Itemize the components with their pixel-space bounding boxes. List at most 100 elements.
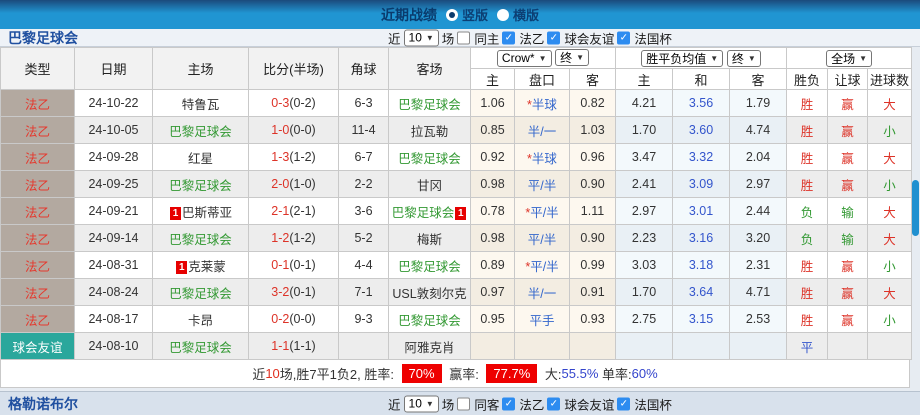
avg-draw: 3.60 [672,116,731,144]
friendly-filter-label: 球会友谊 [564,398,615,412]
result-outcome: 胜 [786,143,829,171]
avg-home: 3.47 [615,143,674,171]
near-label: 近 [388,398,401,412]
avg-home: 2.75 [615,305,674,333]
league-checkbox[interactable]: ✓ [502,31,516,44]
red-card-icon: 1 [455,206,467,220]
league-filter-label: 法乙 [519,398,545,412]
handicap-result: 输 [827,224,869,252]
odds-final-value: 终 [560,51,573,66]
match-date: 24-09-25 [74,170,153,198]
away-team: 巴黎足球会 [388,89,471,117]
result-outcome: 负 [786,224,829,252]
same-home-label: 同主 [474,32,500,46]
match-count-select-bottom[interactable]: 10 ▼ [403,395,439,412]
odds-away: 1.11 [568,197,617,225]
corner-count: 5-2 [338,224,389,252]
match-score: 0-3(0-2) [248,89,339,117]
same-away-checkbox[interactable] [457,397,471,410]
odds-home: 0.78 [470,197,515,225]
avg-home: 2.97 [615,197,674,225]
odds-line: 半/一 [514,278,570,306]
rate-badge: 70% [401,364,442,383]
col-handicap: 让球 [827,68,869,90]
result-outcome: 胜 [786,116,829,144]
chevron-down-icon: ▼ [425,399,434,408]
summary-text: 场,胜7平1负2, 胜率: [279,367,398,382]
scrollbar-track [910,47,920,385]
odds-line: 平/半 [514,224,570,252]
avg-away: 2.31 [729,251,788,279]
avg-final-select[interactable]: 终 ▼ [726,49,761,67]
odds-home: 0.98 [470,224,515,252]
odds-away: 0.99 [568,251,617,279]
away-team: USL敦刻尔克 [388,278,471,306]
handicap-result: 赢 [827,278,869,306]
cup-checkbox-bottom[interactable]: ✓ [617,397,631,410]
odds-line [514,332,570,360]
match-date: 24-08-17 [74,305,153,333]
avg-draw: 3.01 [672,197,731,225]
summary-text: 10 [265,366,280,381]
odds-home: 0.89 [470,251,515,279]
layout-vertical-radio[interactable]: 竖版 [445,5,488,24]
match-row: 法乙 24-08-31 1 克莱蒙 0-1(0-1) 4-4 巴黎足球会 0.89 *平/半 0.… [0,251,913,279]
bookmaker-select[interactable]: Crow* ▼ [496,49,552,67]
result-outcome: 平 [786,332,829,360]
avg-draw: 3.15 [672,305,731,333]
match-type: 法乙 [0,116,75,144]
match-count-select[interactable]: 10 ▼ [403,29,439,46]
corner-count: 6-3 [338,89,389,117]
avg-draw: 3.16 [672,224,731,252]
handicap-result [827,332,869,360]
summary-text: 大: [541,367,562,382]
result-outcome: 胜 [786,251,829,279]
friendly-checkbox-bottom[interactable]: ✓ [547,397,561,410]
avg-draw: 3.64 [672,278,731,306]
odds-home [470,332,515,360]
col-date: 日期 [74,47,153,90]
goals-result [867,332,913,360]
recent-matches-table: 类型 日期 主场 比分(半场) 角球 客场 Crow* ▼ 终 ▼ 胜平负均值 ▼ 终… [0,47,913,360]
away-team: 巴黎足球会 [388,251,471,279]
away-filter-controls: 近 10 ▼ 场 同客 ✓ 法乙 ✓ 球会友谊 ✓ 法国杯 [388,394,672,413]
home-team-title: 巴黎足球会 [8,29,78,46]
match-type: 法乙 [0,143,75,171]
odds-final-select[interactable]: 终 ▼ [555,49,590,67]
home-team: 卡昂 [152,305,249,333]
match-score: 1-2(1-2) [248,224,339,252]
avg-group-header: 胜平负均值 ▼ 终 ▼ [615,47,788,69]
games-label: 场 [441,32,455,46]
table-header-row-groups: 类型 日期 主场 比分(半场) 角球 客场 Crow* ▼ 终 ▼ 胜平负均值 ▼ 终… [0,47,913,90]
odds-away: 0.91 [568,278,617,306]
match-score: 1-1(1-1) [248,332,339,360]
scope-value: 全场 [831,51,856,66]
col-score: 比分(半场) [248,47,339,90]
avg-away: 2.04 [729,143,788,171]
match-date: 24-08-10 [74,332,153,360]
odds-group-header: Crow* ▼ 终 ▼ [469,47,617,69]
goals-result: 小 [867,251,913,279]
scrollbar-thumb[interactable] [912,180,919,236]
league-checkbox-bottom[interactable]: ✓ [502,397,516,410]
cup-checkbox[interactable]: ✓ [617,31,631,44]
avg-home: 1.70 [615,278,674,306]
chevron-down-icon: ▼ [710,53,719,63]
match-row: 法乙 24-08-17 卡昂 0-2(0-0) 9-3 巴黎足球会 0.95 平手 0.93 2.… [0,305,913,333]
match-date: 24-08-24 [74,278,153,306]
layout-horizontal-radio[interactable]: 横版 [497,5,539,24]
home-team: 1 巴斯蒂亚 [152,197,249,225]
match-row: 法乙 24-09-28 红星 1-3(1-2) 6-7 巴黎足球会 0.92 *半球 0.96 3… [0,143,913,171]
handicap-result: 赢 [827,170,869,198]
avg-draw: 3.56 [672,89,731,117]
match-type: 法乙 [0,197,75,225]
handicap-result: 赢 [827,143,869,171]
near-label: 近 [388,32,401,46]
col-avg-home: 主 [615,68,674,90]
col-odds-line: 盘口 [514,68,570,90]
avg-select[interactable]: 胜平负均值 ▼ [641,49,724,67]
friendly-checkbox[interactable]: ✓ [547,31,561,44]
col-avg-draw: 和 [672,68,731,90]
scope-select[interactable]: 全场 ▼ [826,49,873,67]
same-home-checkbox[interactable] [457,31,471,44]
